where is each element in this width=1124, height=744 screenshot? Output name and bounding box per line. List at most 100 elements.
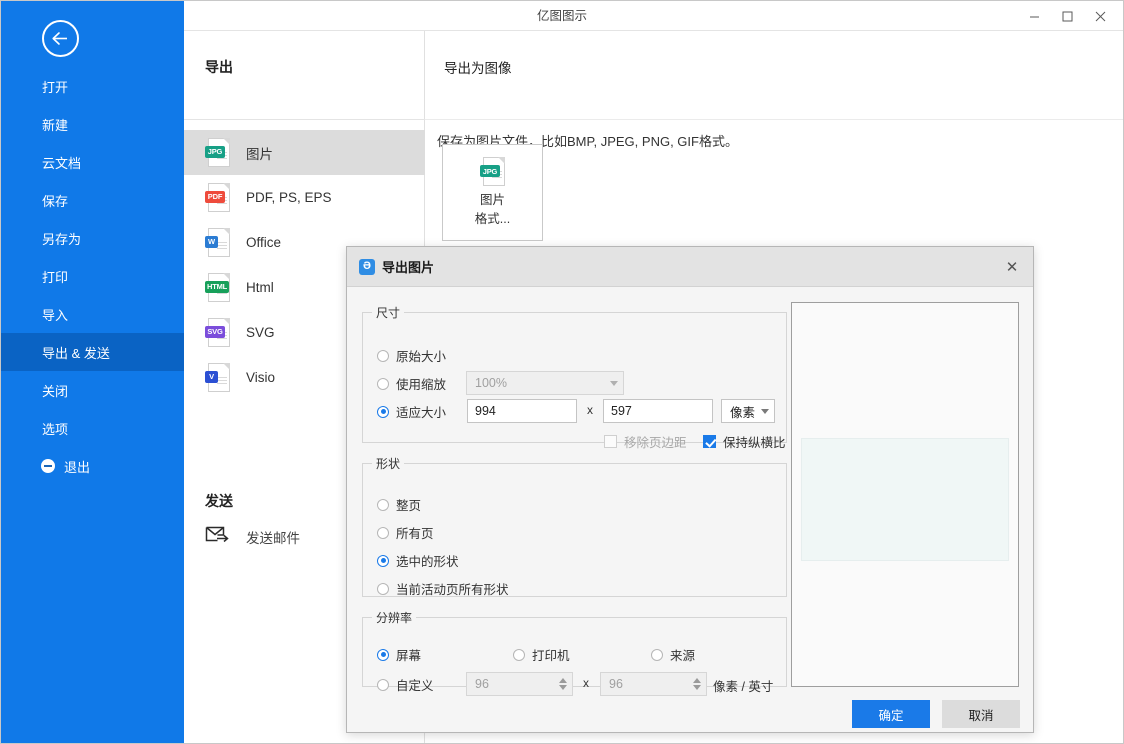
radio-label: 当前活动页所有形状 <box>396 579 509 598</box>
radio-active-page-shapes[interactable]: 当前活动页所有形状 <box>377 579 509 598</box>
jpg-file-icon: JPG <box>480 157 505 182</box>
sidebar-item-cloud-doc[interactable]: 云文档 <box>1 143 184 181</box>
format-item-label: SVG <box>246 325 275 340</box>
maximize-button[interactable] <box>1051 3 1084 29</box>
dpi-separator: x <box>583 676 589 690</box>
radio-label: 来源 <box>670 645 695 664</box>
sidebar-item-label: 打开 <box>42 77 68 96</box>
radio-whole-page[interactable]: 整页 <box>377 495 421 514</box>
ok-button[interactable]: 确定 <box>852 700 930 728</box>
dpi-x-stepper[interactable]: 96 <box>466 672 573 696</box>
sidebar-menu: 打开 新建 云文档 保存 另存为 打印 导入 导出 & 发送 关闭 选项 退出 <box>1 67 184 485</box>
minimize-button[interactable] <box>1018 3 1051 29</box>
width-input[interactable]: 994 <box>467 399 577 423</box>
sidebar-item-exit[interactable]: 退出 <box>1 447 184 485</box>
sidebar-item-import[interactable]: 导入 <box>1 295 184 333</box>
checkbox-icon <box>604 435 617 448</box>
exit-icon <box>41 459 55 473</box>
radio-use-scale[interactable]: 使用缩放 <box>377 374 446 393</box>
radio-icon <box>377 527 389 539</box>
radio-label: 整页 <box>396 495 421 514</box>
format-tag: V <box>205 371 218 383</box>
cancel-button[interactable]: 取消 <box>942 700 1020 728</box>
shape-group: 形状 整页 所有页 选中的形状 当前活动页所有形状 <box>362 455 787 597</box>
scale-dropdown[interactable]: 100% <box>466 371 624 395</box>
size-group: 尺寸 原始大小 使用缩放 100% 适应大小 994 x 597 像素 <box>362 304 787 443</box>
unit-value: 像素 <box>730 402 755 421</box>
radio-icon <box>377 679 389 691</box>
export-panel-heading: 导出 <box>205 57 233 77</box>
format-tag: HTML <box>205 281 229 293</box>
radio-label: 屏幕 <box>396 645 421 664</box>
sidebar-item-new[interactable]: 新建 <box>1 105 184 143</box>
html-file-icon: HTML <box>205 273 230 303</box>
sidebar-item-label: 云文档 <box>42 153 81 172</box>
format-item-pdf[interactable]: PDF PDF, PS, EPS <box>184 175 425 220</box>
format-tag: JPG <box>205 146 225 158</box>
sidebar-item-close[interactable]: 关闭 <box>1 371 184 409</box>
sidebar-item-label: 导出 & 发送 <box>42 343 110 362</box>
window-controls <box>1018 1 1117 31</box>
radio-selected-shapes[interactable]: 选中的形状 <box>377 551 459 570</box>
radio-icon <box>513 649 525 661</box>
sidebar-item-label: 退出 <box>64 457 90 476</box>
edraw-logo-icon: Ə <box>359 259 375 275</box>
radio-original-size[interactable]: 原始大小 <box>377 346 446 365</box>
format-item-label: Visio <box>246 370 275 385</box>
format-item-label: PDF, PS, EPS <box>246 190 332 205</box>
checkbox-label: 移除页边距 <box>624 432 687 451</box>
unit-dropdown[interactable]: 像素 <box>721 399 775 423</box>
size-group-legend: 尺寸 <box>372 304 404 321</box>
sidebar-item-label: 保存 <box>42 191 68 210</box>
radio-source[interactable]: 来源 <box>651 645 695 664</box>
sidebar-item-label: 打印 <box>42 267 68 286</box>
radio-icon <box>377 378 389 390</box>
radio-label: 打印机 <box>532 645 570 664</box>
preview-panel <box>791 302 1019 687</box>
format-tag: SVG <box>205 326 225 338</box>
sidebar-item-open[interactable]: 打开 <box>1 67 184 105</box>
radio-all-pages[interactable]: 所有页 <box>377 523 434 542</box>
radio-icon <box>377 499 389 511</box>
export-image-dialog: Ə 导出图片 ✕ 尺寸 原始大小 使用缩放 100% 适应大小 994 <box>346 246 1034 733</box>
format-item-image[interactable]: JPG 图片 <box>184 130 425 175</box>
dpi-y-stepper[interactable]: 96 <box>600 672 707 696</box>
application-window: 亿图图示 焦糖不苦 V VIP 打 <box>0 0 1124 744</box>
stepper-arrows-icon[interactable] <box>559 678 569 690</box>
radio-printer[interactable]: 打印机 <box>513 645 570 664</box>
radio-icon <box>377 406 389 418</box>
back-button[interactable] <box>42 20 79 57</box>
radio-label: 使用缩放 <box>396 374 446 393</box>
radio-fit-size[interactable]: 适应大小 <box>377 402 446 421</box>
card-label-line2: 格式... <box>475 211 510 228</box>
radio-icon <box>377 350 389 362</box>
format-tag: PDF <box>205 191 225 203</box>
sidebar-item-save[interactable]: 保存 <box>1 181 184 219</box>
checkbox-label: 保持纵横比 <box>723 432 786 451</box>
word-file-icon: W <box>205 228 230 258</box>
radio-custom-dpi[interactable]: 自定义 <box>377 675 434 694</box>
checkbox-keep-ratio[interactable]: 保持纵横比 <box>703 432 786 451</box>
card-label-line1: 图片 <box>480 192 505 209</box>
sidebar-item-save-as[interactable]: 另存为 <box>1 219 184 257</box>
sidebar-item-export-send[interactable]: 导出 & 发送 <box>1 333 184 371</box>
checkbox-remove-margin[interactable]: 移除页边距 <box>604 432 687 451</box>
dialog-close-button[interactable]: ✕ <box>999 255 1025 279</box>
pdf-file-icon: PDF <box>205 183 230 213</box>
image-format-card[interactable]: JPG 图片 格式... <box>442 144 543 241</box>
svg-file-icon: SVG <box>205 318 230 348</box>
sidebar-item-print[interactable]: 打印 <box>1 257 184 295</box>
content-divider <box>425 119 1123 120</box>
close-button[interactable] <box>1084 3 1117 29</box>
panel-divider <box>184 119 425 120</box>
send-mail-item[interactable]: 发送邮件 <box>205 525 300 549</box>
radio-icon <box>377 583 389 595</box>
height-input[interactable]: 597 <box>603 399 713 423</box>
radio-screen[interactable]: 屏幕 <box>377 645 421 664</box>
dialog-title: 导出图片 <box>382 257 434 276</box>
sidebar-item-options[interactable]: 选项 <box>1 409 184 447</box>
stepper-arrows-icon[interactable] <box>693 678 703 690</box>
format-tag: W <box>205 236 218 248</box>
mail-send-icon <box>205 525 230 549</box>
dimension-separator: x <box>587 403 593 417</box>
